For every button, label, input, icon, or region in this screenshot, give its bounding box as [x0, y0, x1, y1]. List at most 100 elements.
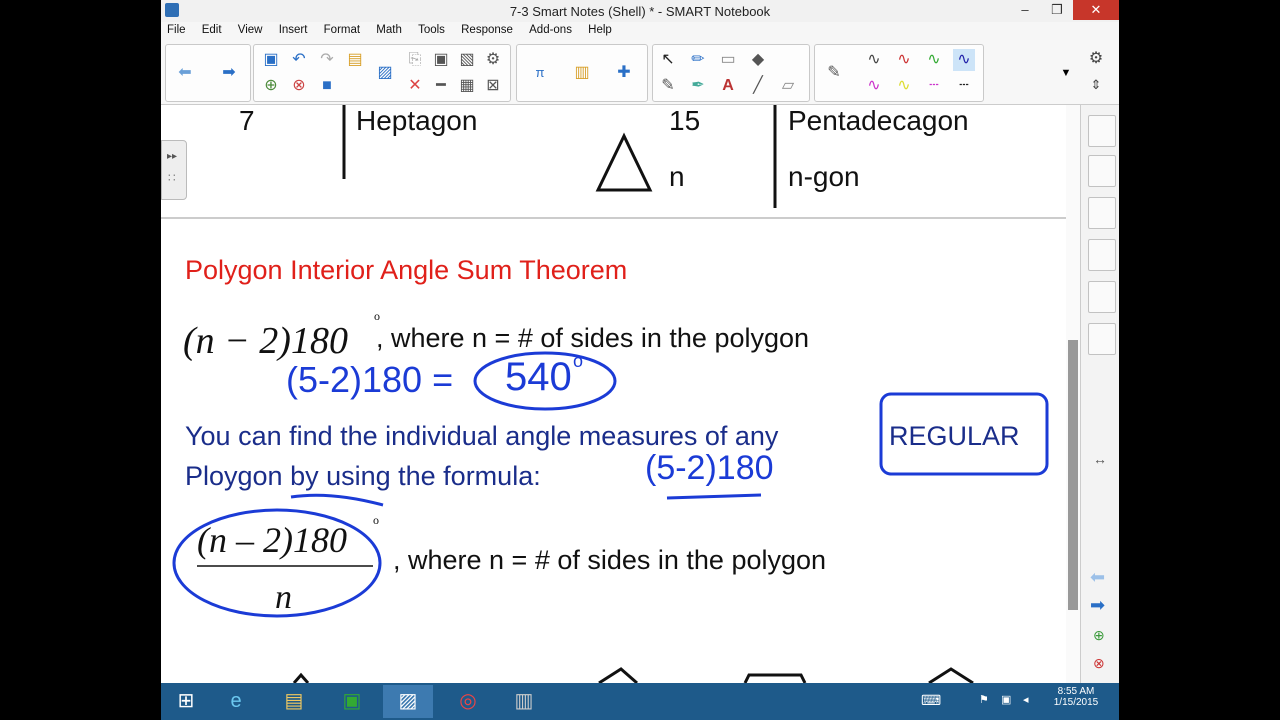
menu-edit[interactable]: Edit [196, 22, 229, 36]
partial-shape-4 [928, 667, 974, 683]
page-sorter-tab[interactable]: ▸▸ ∷ [161, 140, 187, 200]
menu-format[interactable]: Format [318, 22, 367, 36]
screen-shade-icon[interactable]: ▨ [374, 62, 396, 84]
delete-page-icon[interactable]: ⊗ [288, 75, 310, 97]
math-tools-icon[interactable]: π [529, 62, 551, 84]
notebook-page[interactable]: 7 Heptagon 15 Pentadecagon n n-gon Polyg… [161, 105, 1080, 683]
page-sorter-icon[interactable] [1088, 115, 1116, 147]
scrollbar-thumb[interactable] [1068, 340, 1078, 610]
pen-style-red[interactable]: ∿ [893, 49, 915, 71]
delete-icon[interactable]: ✕ [404, 75, 426, 97]
keyboard-icon[interactable]: ⌨ [921, 692, 941, 709]
menu-insert[interactable]: Insert [273, 22, 315, 36]
pen-style-dashed-black[interactable]: ┄ [953, 75, 975, 97]
formula-degree: o [374, 309, 380, 323]
table-left-name: Heptagon [356, 105, 478, 136]
eraser-icon[interactable]: ▭ [717, 49, 739, 71]
delete-page-sidebar-icon[interactable]: ⊗ [1093, 655, 1105, 672]
smart-notebook-task-icon[interactable]: ▨ [383, 685, 433, 718]
close-button[interactable]: ✕ [1073, 0, 1119, 20]
pen-style-magenta[interactable]: ∿ [863, 75, 885, 97]
add-page-icon[interactable]: ⊕ [260, 75, 282, 97]
ink-answer-540: 540 [505, 355, 572, 399]
remote-desktop-icon[interactable]: ▥ [499, 685, 549, 718]
gallery-icon[interactable] [1088, 155, 1116, 187]
open-folder-icon[interactable]: ▤ [344, 49, 366, 71]
fraction-numerator: (n – 2)180 [197, 520, 347, 560]
vertical-scrollbar[interactable] [1066, 105, 1080, 683]
response-icon[interactable]: ▥ [571, 62, 593, 84]
fill-icon[interactable]: ▧ [456, 49, 478, 71]
text-tool-icon[interactable]: A [717, 75, 739, 97]
save-icon[interactable]: ■ [316, 75, 338, 97]
tools-group: ↖ ✎ ✏ ✒ ▭ A ◆ ╱ ▱ [652, 44, 810, 102]
start-windows-icon[interactable]: ⊞ [161, 685, 211, 718]
clock[interactable]: 8:55 AM 1/15/2015 [1045, 686, 1107, 708]
fill-eraser-icon[interactable]: ▱ [777, 75, 799, 97]
internet-explorer-icon[interactable]: e [211, 685, 261, 718]
response-tab-icon[interactable] [1088, 323, 1116, 355]
properties-icon[interactable]: ⚙ [482, 49, 504, 71]
pen-style-dashed-magenta[interactable]: ┄ [923, 75, 945, 97]
chrome-icon[interactable]: ◎ [443, 685, 493, 718]
shape-icon[interactable]: ◆ [747, 49, 769, 71]
prev-page-icon[interactable]: ⬅ [1090, 567, 1105, 588]
ink-work-regular: (5-2)180 [645, 449, 774, 487]
table-ngon-label: n-gon [788, 161, 860, 192]
table-icon[interactable]: ▦ [456, 75, 478, 97]
properties-tab-icon[interactable] [1088, 239, 1116, 271]
menu-response[interactable]: Response [455, 22, 520, 36]
document-camera-icon[interactable]: ━ [430, 75, 452, 97]
ink-underline-by [290, 493, 384, 507]
resize-arrows-icon[interactable]: ↔ [1093, 451, 1107, 467]
title-bar: 7-3 Smart Notes (Shell) * - SMART Notebo… [161, 0, 1119, 23]
undo-icon[interactable]: ↶ [288, 49, 310, 71]
redo-icon[interactable]: ↷ [316, 49, 338, 71]
settings-gear-icon[interactable]: ⚙ [1085, 48, 1107, 70]
menu-view[interactable]: View [232, 22, 270, 36]
screen-capture-icon[interactable]: ▣ [260, 49, 282, 71]
menu-math[interactable]: Math [370, 22, 409, 36]
next-page-icon[interactable]: ➡ [1090, 595, 1105, 616]
addons-tab-icon[interactable] [1088, 281, 1116, 313]
maximize-button[interactable]: ❒ [1041, 0, 1073, 20]
pen-settings-icon[interactable]: ✎ [823, 62, 845, 84]
text-pen-icon[interactable]: ✎ [657, 75, 679, 97]
fraction-denominator: n [275, 579, 292, 616]
regular-line-2: Ploygon by using the formula: [185, 461, 541, 491]
attachments-icon[interactable] [1088, 197, 1116, 229]
minimize-button[interactable]: – [1009, 0, 1041, 20]
addons-group: π ▥ ✚ [516, 44, 648, 102]
network-icon[interactable]: ▣ [1001, 693, 1011, 706]
pen-style-green[interactable]: ∿ [923, 49, 945, 71]
creative-pen-icon[interactable]: ✒ [687, 75, 709, 97]
menu-file[interactable]: File [161, 22, 193, 36]
pen-style-black[interactable]: ∿ [863, 49, 885, 71]
forward-arrow-icon[interactable]: ➡ [218, 62, 240, 84]
windows-taskbar: ⊞ e ▤ ▣ ▨ ◎ ▥ ⌨ ⚑ ▣ ◂ 8:55 AM 1/15/2015 [161, 683, 1119, 720]
toolbar-expand-chevron-icon[interactable]: ▼ [1055, 62, 1077, 84]
move-toolbar-icon[interactable]: ⇕ [1085, 74, 1107, 96]
add-page-sidebar-icon[interactable]: ⊕ [1093, 627, 1105, 644]
select-arrow-icon[interactable]: ↖ [657, 49, 679, 71]
close-toolbar-icon[interactable]: ⊠ [482, 75, 504, 97]
menu-tools[interactable]: Tools [412, 22, 452, 36]
fraction-degree: o [373, 513, 379, 527]
partial-shape-2 [598, 667, 638, 683]
pen-icon[interactable]: ✏ [687, 49, 709, 71]
file-explorer-icon[interactable]: ▤ [269, 685, 319, 718]
store-icon[interactable]: ▣ [327, 685, 377, 718]
clock-time: 8:55 AM [1057, 686, 1095, 697]
pen-style-yellow[interactable]: ∿ [893, 75, 915, 97]
menu-help[interactable]: Help [582, 22, 619, 36]
pen-style-blue[interactable]: ∿ [953, 49, 975, 71]
volume-icon[interactable]: ◂ [1023, 693, 1029, 706]
line-icon[interactable]: ╱ [747, 75, 769, 97]
paste-icon[interactable]: ⎘ [404, 49, 426, 71]
clock-date: 1/15/2015 [1053, 697, 1099, 708]
addon-puzzle-icon[interactable]: ✚ [613, 62, 635, 84]
back-arrow-icon[interactable]: ⬅ [174, 62, 196, 84]
camera-icon[interactable]: ▣ [430, 49, 452, 71]
flag-icon[interactable]: ⚑ [979, 693, 989, 706]
menu-addons[interactable]: Add-ons [523, 22, 579, 36]
